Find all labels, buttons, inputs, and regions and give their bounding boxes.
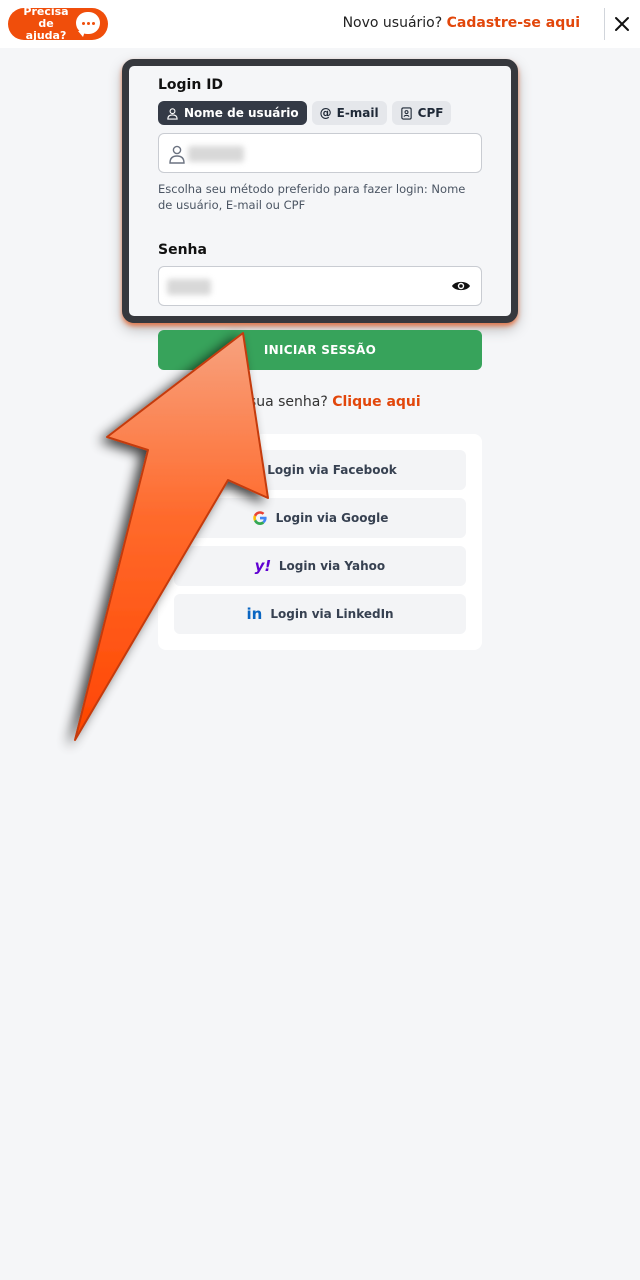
- password-value-obscured: [167, 279, 211, 295]
- social-login-card: f Login via Facebook Login via Google y!…: [158, 434, 482, 650]
- help-label: Precisa de ajuda?: [23, 5, 69, 42]
- new-user-prompt: Novo usuário? Cadastre-se aqui: [343, 15, 580, 31]
- close-icon[interactable]: [612, 14, 632, 34]
- facebook-icon: f: [248, 461, 255, 479]
- top-bar: Precisa de ajuda? Novo usuário? Cadastre…: [0, 0, 640, 48]
- forgot-password-link[interactable]: Clique aqui: [332, 394, 420, 410]
- yahoo-icon: y!: [254, 557, 272, 575]
- eye-icon[interactable]: [451, 278, 471, 294]
- new-user-text: Novo usuário?: [342, 15, 443, 31]
- tab-cpf-label: CPF: [417, 106, 444, 120]
- password-label: Senha: [158, 242, 207, 258]
- yahoo-login-button[interactable]: y! Login via Yahoo: [174, 546, 466, 586]
- yahoo-login-label: Login via Yahoo: [278, 559, 386, 573]
- user-icon: [167, 107, 178, 120]
- facebook-login-button[interactable]: f Login via Facebook: [174, 450, 466, 490]
- at-sign-icon: @: [319, 106, 332, 120]
- google-icon: [252, 511, 267, 525]
- google-login-button[interactable]: Login via Google: [174, 498, 466, 538]
- forgot-text: ceu sua senha?: [219, 394, 328, 410]
- user-icon: [169, 145, 185, 164]
- tab-username-label: Nome de usuário: [184, 106, 299, 120]
- linkedin-icon: in: [246, 605, 263, 623]
- google-login-label: Login via Google: [275, 511, 389, 525]
- forgot-password: ceu sua senha? Clique aqui: [158, 394, 482, 410]
- header-divider: [604, 8, 605, 40]
- id-card-icon: [400, 106, 412, 120]
- linkedin-login-label: Login via LinkedIn: [270, 607, 394, 621]
- tab-email-label: E-mail: [336, 106, 379, 120]
- login-method-tabs: Nome de usuário @ E-mail CPF: [158, 101, 452, 125]
- tab-cpf[interactable]: CPF: [391, 101, 452, 125]
- password-input[interactable]: [158, 266, 482, 306]
- chat-bubble-icon: [76, 12, 100, 37]
- login-id-label: Login ID: [158, 77, 224, 93]
- login-hint: Escolha seu método preferido para fazer …: [158, 182, 466, 212]
- tab-username[interactable]: Nome de usuário: [158, 101, 307, 125]
- linkedin-login-button[interactable]: in Login via LinkedIn: [174, 594, 466, 634]
- username-input[interactable]: [158, 133, 482, 173]
- tab-email[interactable]: @ E-mail: [311, 101, 387, 125]
- help-button[interactable]: Precisa de ajuda?: [8, 5, 108, 42]
- signup-link[interactable]: Cadastre-se aqui: [447, 15, 580, 31]
- facebook-login-label: Login via Facebook: [267, 463, 397, 477]
- username-value-obscured: [188, 146, 244, 162]
- login-button[interactable]: INICIAR SESSÃO: [158, 330, 482, 370]
